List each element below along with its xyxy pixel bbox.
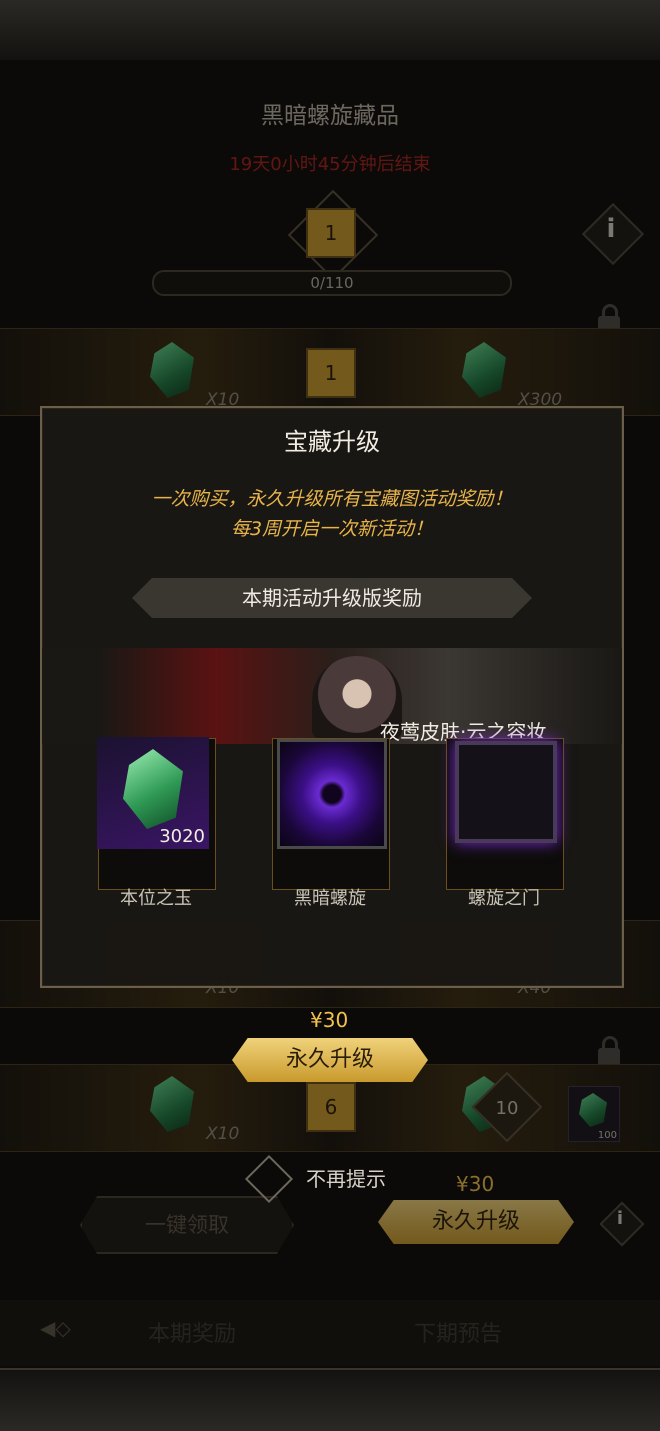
- no-remind-label[interactable]: 不再提示: [306, 1163, 386, 1192]
- modal-description-line1: 一次购买，永久升级所有宝藏图活动奖励！: [151, 488, 513, 510]
- section-title: 本期活动升级版奖励: [132, 578, 532, 618]
- reward-qty: 100: [597, 1130, 617, 1141]
- upgrade-price: ¥30: [310, 1008, 349, 1032]
- reward-item-card[interactable]: 3020: [97, 737, 216, 890]
- page-title: 黑暗螺旋藏品: [261, 103, 399, 129]
- back-arrow-icon[interactable]: ◀◇: [40, 1316, 94, 1340]
- bottom-price: ¥30: [456, 1172, 495, 1196]
- dark-spiral-icon: [277, 739, 387, 849]
- item-name: 本位之玉: [120, 888, 192, 909]
- spiral-portal-icon: [455, 741, 557, 843]
- permanent-upgrade-button[interactable]: 永久升级: [232, 1038, 428, 1082]
- reward-card[interactable]: 100: [568, 1086, 620, 1142]
- item-image: 3020: [97, 737, 209, 849]
- modal-title: 宝藏升级: [284, 428, 380, 456]
- row-badge: 10: [495, 1098, 519, 1119]
- item-qty: 3020: [159, 826, 205, 847]
- claim-all-button[interactable]: 一键领取: [80, 1196, 294, 1254]
- reward-item-card[interactable]: [446, 738, 564, 890]
- current-level-badge: 1: [306, 208, 356, 258]
- row-level-badge: 6: [306, 1082, 356, 1132]
- row-level-badge: 1: [306, 348, 356, 398]
- item-name: 黑暗螺旋: [294, 888, 366, 909]
- tab-current-rewards[interactable]: 本期奖励: [148, 1316, 236, 1348]
- green-gem-icon: [579, 1093, 607, 1127]
- upgrade-modal: 宝藏升级 一次购买，永久升级所有宝藏图活动奖励！ 每3周开启一次新活动！ 本期活…: [40, 406, 624, 988]
- green-gem-icon: [123, 749, 183, 829]
- reward-item-card[interactable]: [272, 738, 390, 890]
- level-progress-bar: 0/110: [152, 270, 512, 296]
- event-timer: 19天0小时45分钟后结束: [229, 154, 431, 175]
- item-name: 螺旋之门: [468, 888, 540, 909]
- reward-qty: X10: [206, 1124, 240, 1144]
- tab-bar: [0, 1300, 660, 1366]
- bottom-frame: [0, 1368, 660, 1431]
- bottom-upgrade-button[interactable]: 永久升级: [378, 1200, 574, 1244]
- info-icon: i: [616, 1208, 624, 1229]
- modal-description-line2: 每3周开启一次新活动！: [230, 518, 434, 540]
- tab-next-preview[interactable]: 下期预告: [414, 1316, 502, 1348]
- info-icon: i: [606, 214, 616, 244]
